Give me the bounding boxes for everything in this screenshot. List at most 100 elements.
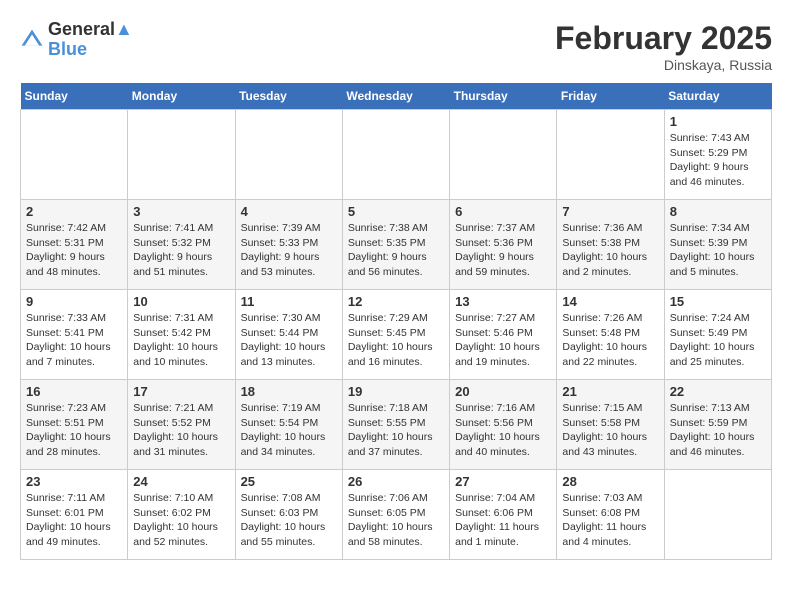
day-number: 21 [562, 384, 658, 399]
calendar-cell [21, 110, 128, 200]
calendar-cell: 28Sunrise: 7:03 AMSunset: 6:08 PMDayligh… [557, 470, 664, 560]
day-number: 2 [26, 204, 122, 219]
day-number: 28 [562, 474, 658, 489]
week-row-5: 23 Sunrise: 7:11 AMSunset: 6:01 PMDayligh… [21, 470, 772, 560]
calendar-cell: 23 Sunrise: 7:11 AMSunset: 6:01 PMDayligh… [21, 470, 128, 560]
day-number: 10 [133, 294, 229, 309]
day-header-saturday: Saturday [664, 83, 771, 110]
calendar-cell: 4 Sunrise: 7:39 AMSunset: 5:33 PMDaylight… [235, 200, 342, 290]
day-number: 9 [26, 294, 122, 309]
calendar-cell: 7Sunrise: 7:36 AMSunset: 5:38 PMDaylight… [557, 200, 664, 290]
calendar-cell [342, 110, 449, 200]
cell-info: Sunrise: 7:04 AMSunset: 6:06 PMDaylight:… [455, 491, 551, 550]
calendar-cell: 24Sunrise: 7:10 AMSunset: 6:02 PMDayligh… [128, 470, 235, 560]
day-number: 27 [455, 474, 551, 489]
calendar-table: SundayMondayTuesdayWednesdayThursdayFrid… [20, 83, 772, 560]
day-number: 6 [455, 204, 551, 219]
cell-info: Sunrise: 7:26 AMSunset: 5:48 PMDaylight:… [562, 311, 658, 370]
cell-info: Sunrise: 7:06 AMSunset: 6:05 PMDaylight:… [348, 491, 444, 550]
day-number: 14 [562, 294, 658, 309]
calendar-cell: 16 Sunrise: 7:23 AMSunset: 5:51 PMDayligh… [21, 380, 128, 470]
day-number: 16 [26, 384, 122, 399]
calendar-cell: 11 Sunrise: 7:30 AMSunset: 5:44 PMDayligh… [235, 290, 342, 380]
cell-info: Sunrise: 7:41 AMSunset: 5:32 PMDaylight:… [133, 221, 229, 280]
calendar-cell: 9 Sunrise: 7:33 AMSunset: 5:41 PMDaylight… [21, 290, 128, 380]
cell-info: Sunrise: 7:37 AMSunset: 5:36 PMDaylight:… [455, 221, 551, 280]
day-number: 18 [241, 384, 337, 399]
day-header-wednesday: Wednesday [342, 83, 449, 110]
day-number: 4 [241, 204, 337, 219]
day-number: 22 [670, 384, 766, 399]
calendar-cell: 18 Sunrise: 7:19 AMSunset: 5:54 PMDayligh… [235, 380, 342, 470]
day-number: 19 [348, 384, 444, 399]
day-number: 13 [455, 294, 551, 309]
week-row-2: 2 Sunrise: 7:42 AMSunset: 5:31 PMDaylight… [21, 200, 772, 290]
calendar-cell: 3Sunrise: 7:41 AMSunset: 5:32 PMDaylight… [128, 200, 235, 290]
month-title: February 2025 [555, 20, 772, 57]
calendar-cell: 8 Sunrise: 7:34 AMSunset: 5:39 PMDaylight… [664, 200, 771, 290]
calendar-cell: 2 Sunrise: 7:42 AMSunset: 5:31 PMDaylight… [21, 200, 128, 290]
calendar-cell: 26 Sunrise: 7:06 AMSunset: 6:05 PMDayligh… [342, 470, 449, 560]
calendar-cell: 25 Sunrise: 7:08 AMSunset: 6:03 PMDayligh… [235, 470, 342, 560]
cell-info: Sunrise: 7:13 AMSunset: 5:59 PMDaylight:… [670, 401, 766, 460]
day-number: 5 [348, 204, 444, 219]
calendar-cell: 21 Sunrise: 7:15 AMSunset: 5:58 PMDayligh… [557, 380, 664, 470]
cell-info: Sunrise: 7:39 AMSunset: 5:33 PMDaylight:… [241, 221, 337, 280]
logo-icon [20, 28, 44, 52]
cell-info: Sunrise: 7:08 AMSunset: 6:03 PMDaylight:… [241, 491, 337, 550]
cell-info: Sunrise: 7:38 AMSunset: 5:35 PMDaylight:… [348, 221, 444, 280]
cell-info: Sunrise: 7:18 AMSunset: 5:55 PMDaylight:… [348, 401, 444, 460]
cell-info: Sunrise: 7:33 AMSunset: 5:41 PMDaylight:… [26, 311, 122, 370]
cell-info: Sunrise: 7:19 AMSunset: 5:54 PMDaylight:… [241, 401, 337, 460]
calendar-cell: 15Sunrise: 7:24 AMSunset: 5:49 PMDayligh… [664, 290, 771, 380]
calendar-cell [128, 110, 235, 200]
calendar-cell [664, 470, 771, 560]
day-header-tuesday: Tuesday [235, 83, 342, 110]
cell-info: Sunrise: 7:34 AMSunset: 5:39 PMDaylight:… [670, 221, 766, 280]
cell-info: Sunrise: 7:42 AMSunset: 5:31 PMDaylight:… [26, 221, 122, 280]
calendar-cell: 13 Sunrise: 7:27 AMSunset: 5:46 PMDayligh… [450, 290, 557, 380]
week-row-1: 1Sunrise: 7:43 AMSunset: 5:29 PMDaylight… [21, 110, 772, 200]
day-number: 11 [241, 294, 337, 309]
calendar-cell: 20 Sunrise: 7:16 AMSunset: 5:56 PMDayligh… [450, 380, 557, 470]
cell-info: Sunrise: 7:15 AMSunset: 5:58 PMDaylight:… [562, 401, 658, 460]
title-block: February 2025 Dinskaya, Russia [555, 20, 772, 73]
cell-info: Sunrise: 7:27 AMSunset: 5:46 PMDaylight:… [455, 311, 551, 370]
calendar-cell: 5 Sunrise: 7:38 AMSunset: 5:35 PMDaylight… [342, 200, 449, 290]
day-number: 8 [670, 204, 766, 219]
cell-info: Sunrise: 7:31 AMSunset: 5:42 PMDaylight:… [133, 311, 229, 370]
cell-info: Sunrise: 7:16 AMSunset: 5:56 PMDaylight:… [455, 401, 551, 460]
day-number: 25 [241, 474, 337, 489]
logo-text: General▲ Blue [48, 20, 133, 60]
calendar-cell [235, 110, 342, 200]
calendar-cell [450, 110, 557, 200]
cell-info: Sunrise: 7:43 AMSunset: 5:29 PMDaylight:… [670, 131, 766, 190]
calendar-cell: 19 Sunrise: 7:18 AMSunset: 5:55 PMDayligh… [342, 380, 449, 470]
calendar-cell: 10 Sunrise: 7:31 AMSunset: 5:42 PMDayligh… [128, 290, 235, 380]
cell-info: Sunrise: 7:36 AMSunset: 5:38 PMDaylight:… [562, 221, 658, 280]
cell-info: Sunrise: 7:21 AMSunset: 5:52 PMDaylight:… [133, 401, 229, 460]
day-number: 17 [133, 384, 229, 399]
calendar-cell: 17 Sunrise: 7:21 AMSunset: 5:52 PMDayligh… [128, 380, 235, 470]
day-number: 26 [348, 474, 444, 489]
calendar-cell: 27 Sunrise: 7:04 AMSunset: 6:06 PMDayligh… [450, 470, 557, 560]
week-row-3: 9 Sunrise: 7:33 AMSunset: 5:41 PMDaylight… [21, 290, 772, 380]
cell-info: Sunrise: 7:30 AMSunset: 5:44 PMDaylight:… [241, 311, 337, 370]
cell-info: Sunrise: 7:11 AMSunset: 6:01 PMDaylight:… [26, 491, 122, 550]
day-header-thursday: Thursday [450, 83, 557, 110]
calendar-cell: 6 Sunrise: 7:37 AMSunset: 5:36 PMDaylight… [450, 200, 557, 290]
cell-info: Sunrise: 7:23 AMSunset: 5:51 PMDaylight:… [26, 401, 122, 460]
cell-info: Sunrise: 7:29 AMSunset: 5:45 PMDaylight:… [348, 311, 444, 370]
day-number: 23 [26, 474, 122, 489]
calendar-cell: 22 Sunrise: 7:13 AMSunset: 5:59 PMDayligh… [664, 380, 771, 470]
calendar-cell: 14 Sunrise: 7:26 AMSunset: 5:48 PMDayligh… [557, 290, 664, 380]
day-header-row: SundayMondayTuesdayWednesdayThursdayFrid… [21, 83, 772, 110]
logo: General▲ Blue [20, 20, 133, 60]
day-number: 20 [455, 384, 551, 399]
calendar-cell: 1Sunrise: 7:43 AMSunset: 5:29 PMDaylight… [664, 110, 771, 200]
location: Dinskaya, Russia [555, 57, 772, 73]
day-header-sunday: Sunday [21, 83, 128, 110]
day-header-friday: Friday [557, 83, 664, 110]
page-header: General▲ Blue February 2025 Dinskaya, Ru… [20, 20, 772, 73]
calendar-cell [557, 110, 664, 200]
